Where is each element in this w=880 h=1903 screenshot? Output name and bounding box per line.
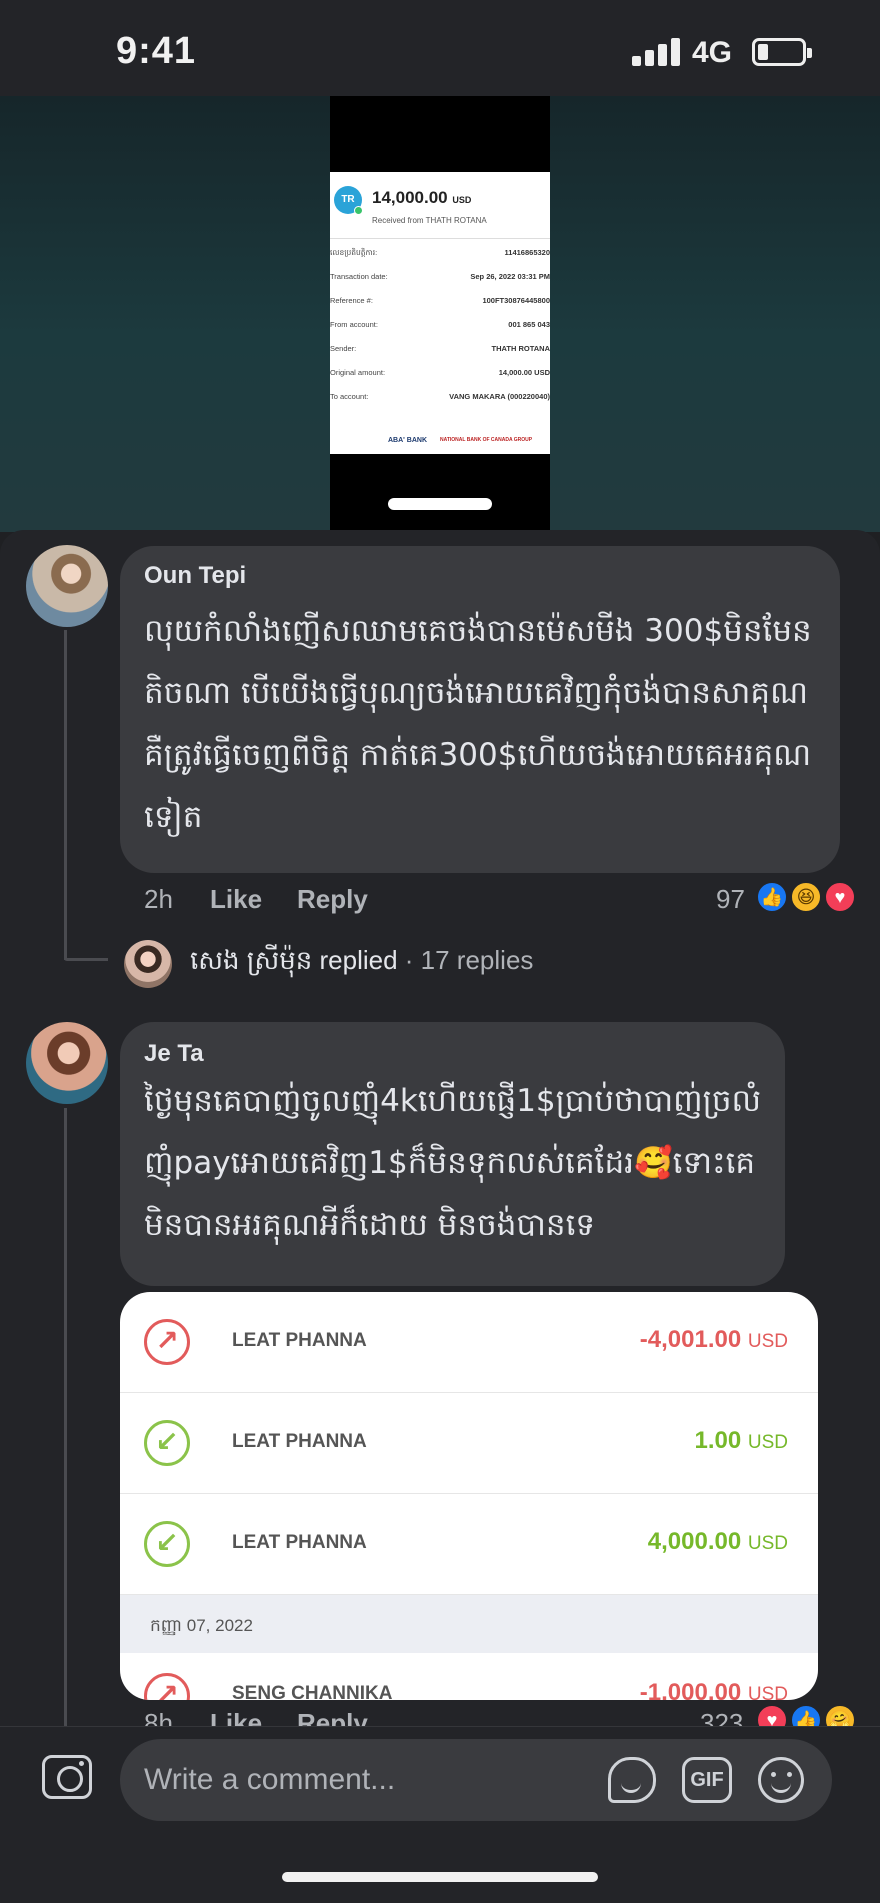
avatar[interactable]: [26, 545, 108, 627]
transaction-name: LEAT PHANNA: [232, 1431, 367, 1452]
arrow-down-left-icon: ↙: [144, 1420, 190, 1466]
aba-bank-logo: ABA' BANK: [388, 437, 427, 444]
video-frame[interactable]: TR 14,000.00 USD Received from THATH ROT…: [330, 96, 550, 530]
transaction-row: ↗ SENG CHANNIKA -1,000.00 USD: [120, 1653, 818, 1700]
transfer-receipt: TR 14,000.00 USD Received from THATH ROT…: [330, 172, 550, 454]
receipt-footer: ABA' BANK NATIONAL BANK OF CANADA GROUP: [330, 430, 550, 454]
network-type: 4G: [692, 36, 733, 69]
comment-text: ថ្ងៃមុនគេបាញ់ចូលញុំ4kហើយផ្ញើ1$ប្រាប់ថាបា…: [144, 1083, 762, 1243]
battery-icon: [752, 38, 812, 66]
arrow-up-right-icon: ↗: [144, 1673, 190, 1700]
comment-author[interactable]: Je Ta: [144, 1040, 204, 1068]
transaction-name: LEAT PHANNA: [232, 1532, 367, 1553]
view-replies-link[interactable]: សេង ស្រីម៉ុន replied · 17 replies: [190, 944, 533, 982]
sticker-icon[interactable]: [608, 1757, 656, 1803]
transaction-amount: 4,000.00 USD: [647, 1528, 788, 1555]
transaction-amount: -4,001.00 USD: [639, 1326, 788, 1353]
transaction-row: ↙ LEAT PHANNA 1.00 USD: [120, 1393, 818, 1494]
love-reaction-icon: ♥: [824, 881, 856, 913]
comment-text: លុយកំលាំងញើសឈាមគេចង់បានម៉េសមីង 300$មិនមែ…: [144, 613, 812, 835]
haha-reaction-icon: 😆: [790, 881, 822, 913]
receipt-row: Transaction date: Sep 26, 2022 03:31 PM: [330, 272, 550, 281]
transaction-name: SENG CHANNIKA: [232, 1683, 393, 1700]
reply-connector: [64, 958, 108, 961]
reply-button[interactable]: Reply: [297, 884, 368, 915]
comment-image-attachment[interactable]: ↗ LEAT PHANNA -4,001.00 USD ↙ LEAT PHANN…: [120, 1292, 818, 1700]
thread-line: [64, 630, 67, 960]
receipt-row: Reference #: 100FT30876445800: [330, 296, 550, 305]
signal-icon: [632, 36, 680, 66]
receipt-avatar: TR: [334, 186, 363, 215]
receipt-row: To account: VANG MAKARA (000220040): [330, 392, 550, 401]
receipt-row: លេខប្រតិបត្តិការ: 11416865320: [330, 248, 550, 257]
arrow-up-right-icon: ↗: [144, 1319, 190, 1365]
comment-time: 2h: [144, 884, 173, 914]
transaction-row: ↗ LEAT PHANNA -4,001.00 USD: [120, 1292, 818, 1393]
avatar[interactable]: [26, 1022, 108, 1104]
status-time: 9:41: [116, 30, 197, 72]
like-button[interactable]: Like: [210, 884, 262, 915]
gif-icon[interactable]: GIF: [682, 1757, 732, 1803]
avatar[interactable]: [124, 940, 172, 988]
transaction-row: ↙ LEAT PHANNA 4,000.00 USD: [120, 1494, 818, 1595]
transaction-amount: -1,000.00 USD: [639, 1679, 788, 1700]
thread-line: [64, 1108, 67, 1726]
receipt-row: From account: 001 865 043: [330, 320, 550, 329]
nbc-logo: NATIONAL BANK OF CANADA GROUP: [440, 437, 533, 443]
receipt-divider: [330, 238, 550, 239]
transaction-name: LEAT PHANNA: [232, 1330, 367, 1351]
receipt-sender-line: Received from THATH ROTANA: [372, 216, 487, 225]
video-home-indicator: [388, 498, 492, 510]
status-bar: 9:41 4G: [0, 0, 880, 96]
transaction-amount: 1.00 USD: [694, 1427, 788, 1454]
camera-icon[interactable]: [42, 1755, 92, 1799]
receipt-row: Original amount: 14,000.00 USD: [330, 368, 550, 377]
arrow-down-left-icon: ↙: [144, 1521, 190, 1567]
reaction-count[interactable]: 97: [716, 884, 745, 915]
receipt-amount: 14,000.00 USD: [372, 188, 472, 207]
transaction-date-header: កញ្ញា 07, 2022: [120, 1595, 818, 1653]
home-indicator: [282, 1872, 598, 1882]
receipt-row: Sender: THATH ROTANA: [330, 344, 550, 353]
emoji-icon[interactable]: [758, 1757, 804, 1803]
like-reaction-icon: 👍: [756, 881, 788, 913]
comment-author[interactable]: Oun Tepi: [144, 562, 246, 590]
